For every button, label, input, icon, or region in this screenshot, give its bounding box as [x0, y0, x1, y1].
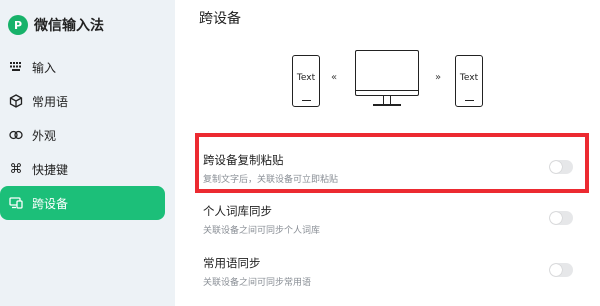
sidebar: P 微信输入法 输入 常用语 外观 ⌘ 快捷键 跨设备: [0, 0, 175, 306]
sidebar-item-label: 跨设备: [32, 196, 69, 211]
phrases-sync-toggle[interactable]: [549, 263, 573, 277]
sidebar-item-phrases[interactable]: 常用语: [0, 84, 175, 118]
app-brand: P 微信输入法: [8, 13, 104, 37]
setting-description: 复制文字后，关联设备可立即粘贴: [203, 175, 339, 185]
setting-description: 关联设备之间可同步个人词库: [203, 226, 321, 236]
cross-device-illustration: Text « » Text: [287, 50, 487, 115]
setting-title: 个人词库同步: [203, 204, 272, 218]
sidebar-item-label: 常用语: [32, 94, 69, 109]
sidebar-item-cross-device[interactable]: 跨设备: [0, 186, 165, 220]
phone-right: Text: [455, 55, 483, 107]
arrow-right-icon: »: [435, 72, 442, 83]
sidebar-item-shortcuts[interactable]: ⌘ 快捷键: [0, 152, 175, 186]
sidebar-item-input[interactable]: 输入: [0, 50, 175, 84]
setting-title: 常用语同步: [203, 256, 261, 270]
sidebar-item-appearance[interactable]: 外观: [0, 118, 175, 152]
personal-dictionary-sync-toggle[interactable]: [549, 211, 573, 225]
computer-base: [373, 104, 401, 106]
computer-stand: [383, 96, 391, 104]
setting-description: 关联设备之间可同步常用语: [203, 278, 312, 288]
phone-right-text: Text: [459, 73, 479, 83]
setting-personal-dictionary-sync: 个人词库同步 关联设备之间可同步个人词库: [199, 197, 581, 241]
rings-icon: [9, 128, 23, 142]
device-icon: [9, 196, 23, 210]
cube-icon: [9, 94, 23, 108]
sidebar-item-label: 外观: [32, 128, 57, 143]
arrow-left-icon: «: [331, 72, 338, 83]
sidebar-item-label: 快捷键: [32, 162, 69, 177]
app-logo-icon: P: [8, 15, 28, 35]
command-icon: ⌘: [9, 161, 23, 177]
setting-phrases-sync: 常用语同步 关联设备之间可同步常用语: [199, 249, 581, 293]
phone-left: Text: [292, 55, 320, 107]
phone-left-text: Text: [296, 73, 316, 83]
setting-title: 跨设备复制粘贴: [203, 153, 284, 167]
cross-device-copy-paste-toggle[interactable]: [549, 160, 573, 174]
page-title: 跨设备: [199, 11, 241, 27]
sidebar-nav: 输入 常用语 外观 ⌘ 快捷键 跨设备: [0, 50, 175, 220]
main-panel: 跨设备 Text « » Text 跨设备复制粘贴 复制文字后，关联设备可立即粘…: [175, 0, 600, 306]
setting-cross-device-copy-paste: 跨设备复制粘贴 复制文字后，关联设备可立即粘贴: [199, 146, 581, 190]
app-title: 微信输入法: [34, 18, 104, 34]
sidebar-item-label: 输入: [32, 60, 57, 75]
keyboard-icon: [9, 60, 23, 74]
